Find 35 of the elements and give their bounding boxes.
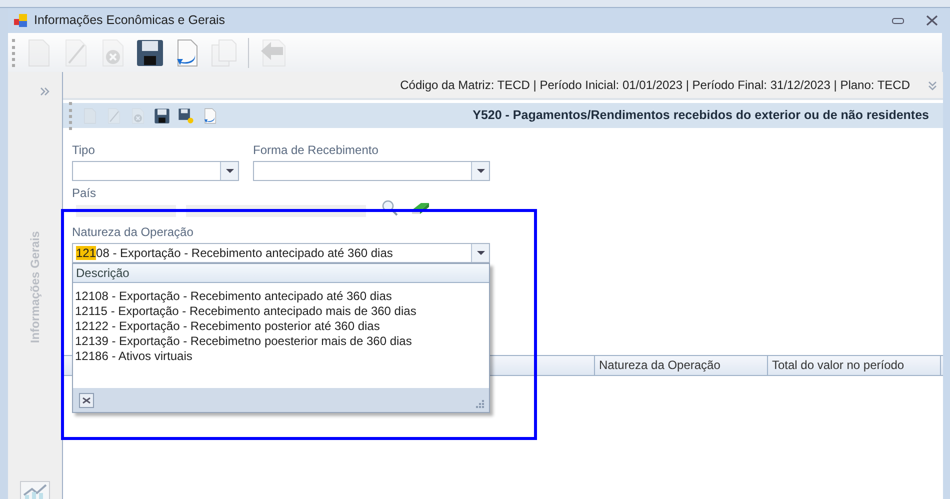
panel-title: Y520 - Pagamentos/Rendimentos recebidos do exterior ou de não residentes — [472, 107, 930, 124]
pencil-icon — [105, 106, 123, 124]
toolbar-button[interactable] — [176, 106, 196, 126]
delete-icon — [129, 106, 147, 124]
list-option[interactable]: 12115 - Exportação - Recebimento antecipado mais de 360 dias — [75, 304, 489, 319]
column-header[interactable]: Total do valor no período — [768, 356, 941, 375]
list-header: Descrição — [73, 264, 489, 283]
minimize-icon — [892, 18, 904, 24]
list-option[interactable]: 12139 - Exportação - Recebimetno poesterior mais de 360 dias — [75, 334, 489, 349]
dropdown-field[interactable]: 12108 - Exportação - Recebimento antecipado até 360 dias — [72, 243, 490, 263]
dropdown-field[interactable] — [253, 161, 490, 181]
caret-icon — [476, 251, 484, 255]
toolbar-button[interactable] — [152, 106, 172, 126]
caret-icon — [476, 169, 484, 173]
field-value: 12108 - Exportação - Recebimento antecipado até 360 dias — [75, 245, 394, 262]
app-icon — [14, 14, 28, 28]
resize-grip-icon[interactable] — [475, 399, 485, 409]
field-label: Tipo — [72, 143, 96, 157]
info-text: Código da Matriz: TECD | Período Inicial: 01/01/2023 | Período Final: 31/12/2023 | Plano: TECD — [400, 77, 910, 94]
close-button[interactable] — [79, 392, 94, 408]
list-option[interactable]: 12122 - Exportação - Recebimento posterior até 360 dias — [75, 319, 489, 334]
caret-icon — [226, 169, 234, 173]
column-header[interactable]: Natureza da Operação — [595, 356, 768, 375]
dropdown-field[interactable] — [72, 161, 239, 181]
list-option[interactable]: 12186 - Ativos virtuais — [75, 349, 489, 364]
window-title: Informações Econômicas e Gerais — [34, 12, 226, 30]
close-icon — [926, 15, 938, 26]
close-icon — [82, 396, 91, 404]
save-new-icon — [177, 106, 195, 124]
field-label: País — [72, 186, 98, 200]
chart-icon[interactable] — [20, 481, 50, 499]
search-button[interactable] — [382, 198, 398, 216]
list-option[interactable]: 12108 - Exportação - Recebimento antecipado até 360 dias — [75, 289, 489, 304]
field-label: Natureza da Operação — [72, 225, 194, 239]
field-label: Forma de Recebimento — [253, 143, 380, 157]
